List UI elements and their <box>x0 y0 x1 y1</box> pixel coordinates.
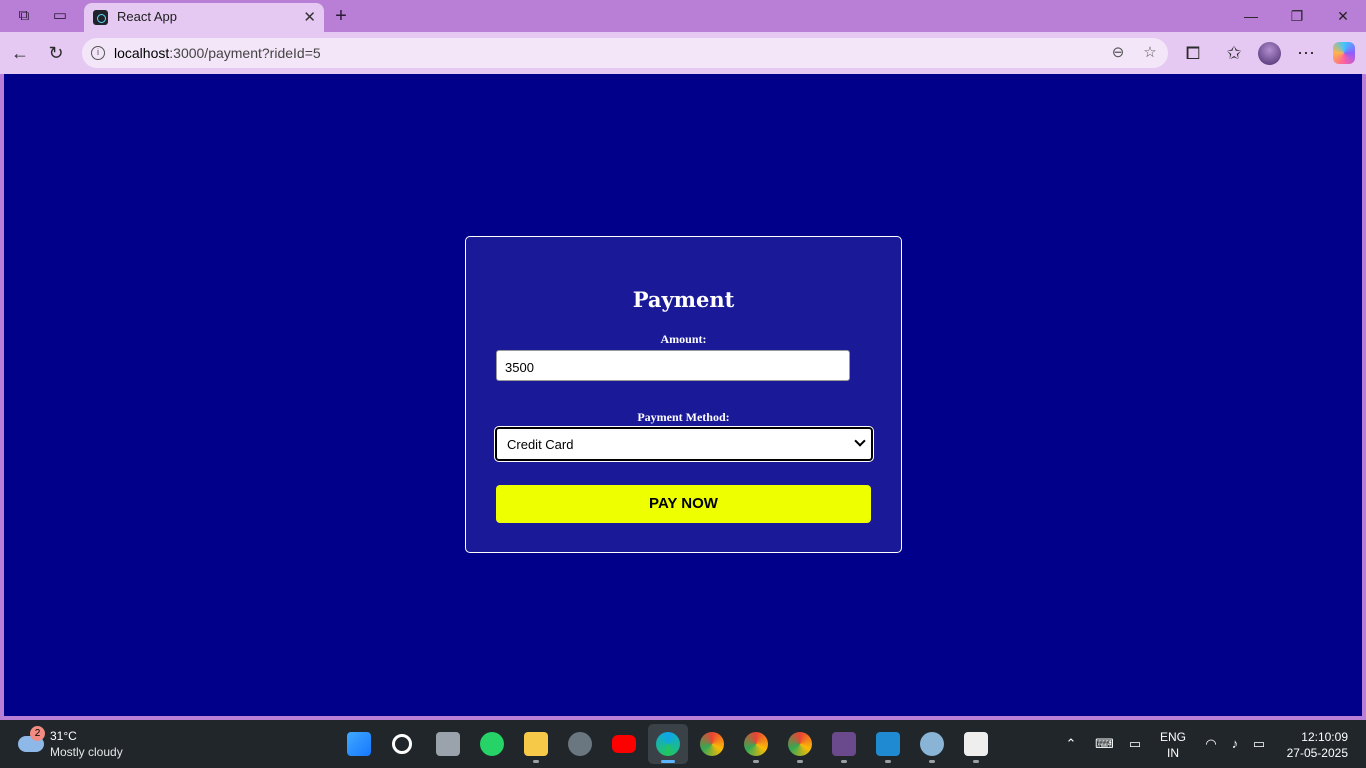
url-text[interactable]: localhost:3000/payment?rideId=5 <box>114 45 321 61</box>
wifi-icon[interactable]: ◠ <box>1202 735 1220 753</box>
new-tab-icon[interactable]: + <box>331 6 351 26</box>
chevron-down-icon <box>854 435 866 447</box>
tab-react-app[interactable]: React App ✕ <box>84 3 324 32</box>
app-running-indicator <box>533 760 539 763</box>
address-bar[interactable]: i localhost:3000/payment?rideId=5 ⊖ ☆ <box>82 38 1168 68</box>
chevron-up-icon[interactable]: ⌃ <box>1062 735 1080 753</box>
youtube-icon[interactable] <box>612 735 636 753</box>
extensions-icon[interactable]: ⧠ <box>1182 42 1204 64</box>
tab-title: React App <box>117 9 177 24</box>
page-viewport: Payment Amount: 3500 Payment Method: Cre… <box>4 74 1362 716</box>
url-host: localhost <box>114 45 170 61</box>
file-explorer-icon[interactable] <box>524 732 548 756</box>
tab-close-icon[interactable]: ✕ <box>303 8 316 26</box>
browser-tab-bar: ⧉ ▭ React App ✕ + — ❐ ✕ <box>0 0 1366 32</box>
vscode-icon[interactable] <box>876 732 900 756</box>
url-path: :3000/payment?rideId=5 <box>169 45 321 61</box>
whatsapp-icon[interactable] <box>480 732 504 756</box>
battery-icon[interactable]: ▭ <box>1250 735 1268 753</box>
chrome-profile-icon[interactable] <box>788 732 812 756</box>
app-running-indicator <box>929 760 935 763</box>
clock-time[interactable]: 12:10:09 <box>1282 730 1348 744</box>
payment-method-select[interactable]: Credit Card <box>494 426 874 462</box>
refresh-icon[interactable]: ↻ <box>45 42 67 64</box>
payment-method-value: Credit Card <box>507 437 574 452</box>
zoom-out-icon[interactable]: ⊖ <box>1108 43 1128 63</box>
volume-icon[interactable]: ♪ <box>1226 735 1244 753</box>
profile-avatar[interactable] <box>1258 42 1281 65</box>
snipping-tool-icon[interactable] <box>964 732 988 756</box>
edge-browser-icon[interactable] <box>656 732 680 756</box>
more-menu-icon[interactable]: ⋯ <box>1295 42 1317 64</box>
tab-actions-icon[interactable]: ▭ <box>50 6 70 26</box>
app-running-indicator <box>753 760 759 763</box>
app-running-indicator <box>973 760 979 763</box>
favorite-star-icon[interactable]: ☆ <box>1140 43 1160 63</box>
keyboard-icon[interactable]: ⌨ <box>1095 735 1114 753</box>
clock-date[interactable]: 27-05-2025 <box>1278 746 1348 760</box>
amount-label: Amount: <box>660 332 707 346</box>
browser-toolbar: ← ↻ i localhost:3000/payment?rideId=5 ⊖ … <box>0 32 1366 74</box>
weather-temperature[interactable]: 31°C <box>50 729 77 743</box>
task-view-icon[interactable] <box>436 732 460 756</box>
maximize-icon[interactable]: ❐ <box>1282 6 1312 26</box>
active-app-indicator <box>661 760 675 763</box>
windows-taskbar: 2 31°C Mostly cloudy ⌃ ⌨ ▭ ENG IN ◠ ♪ ▭ … <box>0 720 1366 768</box>
app-running-indicator <box>841 760 847 763</box>
search-icon[interactable] <box>392 734 412 754</box>
close-window-icon[interactable]: ✕ <box>1328 6 1358 26</box>
settings-gear-icon[interactable] <box>568 732 592 756</box>
pay-now-button[interactable]: PAY NOW <box>496 485 871 523</box>
chrome-profile-icon[interactable] <box>744 732 768 756</box>
language-region[interactable]: IN <box>1158 746 1188 760</box>
payment-card: Payment Amount: 3500 Payment Method: Cre… <box>465 236 902 553</box>
app-running-indicator <box>797 760 803 763</box>
weather-description[interactable]: Mostly cloudy <box>50 745 123 759</box>
amount-input[interactable]: 3500 <box>496 350 850 381</box>
language-code[interactable]: ENG <box>1158 730 1188 744</box>
start-windows-icon[interactable] <box>347 732 371 756</box>
game-app-icon[interactable] <box>832 732 856 756</box>
favorites-icon[interactable]: ✩ <box>1223 42 1245 64</box>
minimize-icon[interactable]: — <box>1236 6 1266 26</box>
workspaces-icon[interactable]: ⧉ <box>14 6 34 26</box>
weather-badge: 2 <box>30 726 45 741</box>
back-icon[interactable]: ← <box>9 42 31 64</box>
settings-cog-icon[interactable] <box>920 732 944 756</box>
payment-method-label: Payment Method: <box>637 410 730 424</box>
chrome-icon[interactable] <box>700 732 724 756</box>
site-info-icon[interactable]: i <box>91 46 105 60</box>
touch-keyboard-icon[interactable]: ▭ <box>1126 735 1144 753</box>
app-running-indicator <box>885 760 891 763</box>
payment-title: Payment <box>632 287 735 312</box>
copilot-icon[interactable] <box>1333 42 1355 64</box>
react-favicon-icon <box>93 10 108 25</box>
